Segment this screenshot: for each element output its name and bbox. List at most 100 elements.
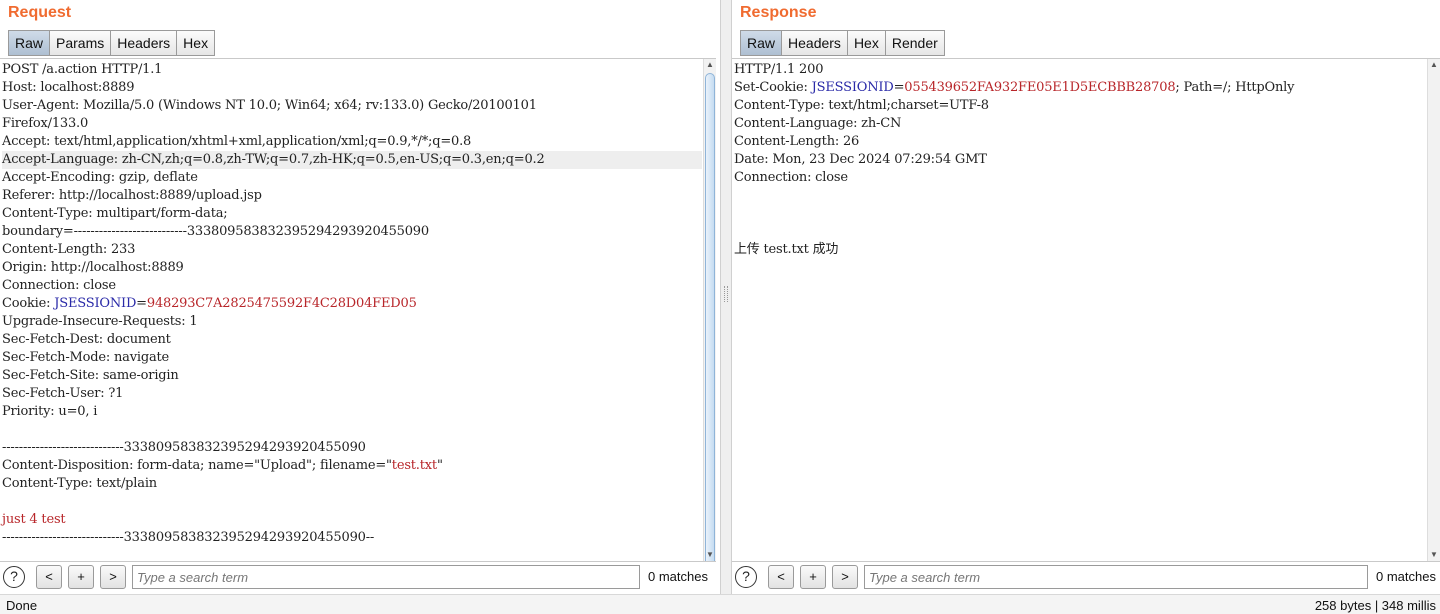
scroll-thumb[interactable] (705, 73, 715, 561)
text-line[interactable]: Connection: close (2, 277, 702, 295)
text-line[interactable]: Accept-Encoding: gzip, deflate (2, 169, 702, 187)
text-segment: Referer: http://localhost:8889/upload.js… (2, 188, 262, 203)
text-line[interactable]: HTTP/1.1 200 (734, 61, 1426, 79)
tab-raw[interactable]: Raw (8, 30, 50, 56)
text-line[interactable]: Origin: http://localhost:8889 (2, 259, 702, 277)
text-segment: Host: localhost:8889 (2, 80, 135, 95)
text-line[interactable]: Firefox/133.0 (2, 115, 702, 133)
text-line[interactable]: Referer: http://localhost:8889/upload.js… (2, 187, 702, 205)
match-count: 0 matches (648, 569, 708, 584)
request-editor[interactable]: POST /a.action HTTP/1.1 Host: localhost:8… (0, 58, 716, 562)
request-scrollbar[interactable]: ▲ ▼ (703, 59, 716, 561)
tab-hex[interactable]: Hex (846, 30, 885, 56)
response-pane: Response Raw Headers Hex Render HTTP/1.1… (732, 0, 1440, 594)
text-line[interactable]: Content-Length: 233 (2, 241, 702, 259)
text-line[interactable]: Content-Length: 26 (734, 133, 1426, 151)
request-pane: Request Raw Params Headers Hex POST /a.a… (0, 0, 720, 594)
text-segment: Content-Length: 26 (734, 134, 860, 149)
text-line[interactable]: User-Agent: Mozilla/5.0 (Windows NT 10.0… (2, 97, 702, 115)
text-line[interactable] (734, 187, 1426, 205)
previous-match-button[interactable]: < (768, 565, 794, 589)
tab-render[interactable]: Render (884, 30, 945, 56)
response-text[interactable]: HTTP/1.1 200 Set-Cookie: JSESSIONID=05543… (734, 61, 1426, 259)
text-segment: = (893, 80, 905, 95)
text-line[interactable]: Upgrade-Insecure-Requests: 1 (2, 313, 702, 331)
scroll-up-icon[interactable]: ▲ (1428, 59, 1440, 71)
text-line[interactable]: Content-Disposition: form-data; name="Up… (2, 457, 702, 475)
previous-match-button[interactable]: < (36, 565, 62, 589)
text-segment: Sec-Fetch-Site: same-origin (2, 368, 179, 383)
text-line[interactable]: just 4 test (2, 511, 702, 529)
text-line[interactable]: Sec-Fetch-Site: same-origin (2, 367, 702, 385)
help-icon[interactable]: ? (3, 566, 25, 588)
text-segment: Cookie: (2, 296, 55, 311)
text-segment: Sec-Fetch-Dest: document (2, 332, 171, 347)
text-segment: Accept-Encoding: gzip, deflate (2, 170, 198, 185)
text-segment: Connection: close (734, 170, 848, 185)
text-line[interactable]: Content-Type: text/plain (2, 475, 702, 493)
text-line[interactable]: 上传 test.txt 成功 (734, 241, 1426, 259)
tab-raw[interactable]: Raw (740, 30, 782, 56)
text-segment: Priority: u=0, i (2, 404, 98, 419)
response-tabs: Raw Headers Hex Render (740, 30, 945, 56)
text-line[interactable] (734, 223, 1426, 241)
status-text: Done (6, 598, 38, 613)
search-input[interactable] (132, 565, 640, 589)
text-line[interactable]: Content-Type: multipart/form-data; (2, 205, 702, 223)
text-line[interactable]: Set-Cookie: JSESSIONID=055439652FA932FE0… (734, 79, 1426, 97)
response-scrollbar[interactable]: ▲ ▼ (1427, 59, 1440, 561)
text-line[interactable]: POST /a.action HTTP/1.1 (2, 61, 702, 79)
text-segment: POST /a.action HTTP/1.1 (2, 62, 163, 77)
text-line[interactable]: Cookie: JSESSIONID=948293C7A2825475592F4… (2, 295, 702, 313)
text-segment: boundary=---------------------------3338… (2, 224, 429, 239)
tab-hex[interactable]: Hex (176, 30, 216, 56)
scroll-up-icon[interactable]: ▲ (704, 59, 716, 71)
text-line[interactable]: -----------------------------33380958383… (2, 529, 702, 547)
response-stats: 258 bytes | 348 millis (1314, 598, 1436, 613)
next-match-button[interactable]: > (832, 565, 858, 589)
text-line[interactable] (734, 205, 1426, 223)
add-button[interactable]: + (800, 565, 826, 589)
text-segment: Content-Language: zh-CN (734, 116, 902, 131)
text-segment: Sec-Fetch-Mode: navigate (2, 350, 170, 365)
split-divider[interactable] (720, 0, 732, 594)
text-line[interactable]: Accept-Language: zh-CN,zh;q=0.8,zh-TW;q=… (2, 151, 702, 169)
text-segment: Accept: text/html,application/xhtml+xml,… (2, 134, 472, 149)
response-title: Response (740, 4, 817, 21)
text-segment: ; Path=/; HttpOnly (1175, 80, 1295, 95)
add-button[interactable]: + (68, 565, 94, 589)
text-segment: = (136, 296, 147, 311)
response-editor[interactable]: HTTP/1.1 200 Set-Cookie: JSESSIONID=05543… (732, 58, 1440, 562)
text-segment: Content-Type: text/plain (2, 476, 157, 491)
text-line[interactable]: Sec-Fetch-User: ?1 (2, 385, 702, 403)
text-line[interactable]: Host: localhost:8889 (2, 79, 702, 97)
text-segment: User-Agent: Mozilla/5.0 (Windows NT 10.0… (2, 98, 537, 113)
text-segment: Content-Type: multipart/form-data; (2, 206, 228, 221)
text-line[interactable]: Accept: text/html,application/xhtml+xml,… (2, 133, 702, 151)
tab-headers[interactable]: Headers (110, 30, 177, 56)
help-icon[interactable]: ? (735, 566, 757, 588)
text-line[interactable]: Content-Type: text/html;charset=UTF-8 (734, 97, 1426, 115)
match-count: 0 matches (1376, 569, 1436, 584)
search-input[interactable] (864, 565, 1368, 589)
text-line[interactable]: Connection: close (734, 169, 1426, 187)
text-line[interactable]: -----------------------------33380958383… (2, 439, 702, 457)
text-line[interactable]: Sec-Fetch-Mode: navigate (2, 349, 702, 367)
request-text[interactable]: POST /a.action HTTP/1.1 Host: localhost:8… (2, 61, 702, 547)
text-segment: Content-Disposition: form-data; name="Up… (2, 458, 392, 473)
text-segment: 055439652FA932FE05E1D5ECBBB28708 (904, 80, 1176, 95)
divider-grip-icon[interactable] (724, 286, 728, 302)
text-line[interactable]: Priority: u=0, i (2, 403, 702, 421)
scroll-down-icon[interactable]: ▼ (704, 549, 716, 561)
text-line[interactable] (2, 421, 702, 439)
text-line[interactable]: Date: Mon, 23 Dec 2024 07:29:54 GMT (734, 151, 1426, 169)
scroll-down-icon[interactable]: ▼ (1428, 549, 1440, 561)
text-line[interactable]: boundary=---------------------------3338… (2, 223, 702, 241)
tab-params[interactable]: Params (49, 30, 111, 56)
text-line[interactable]: Content-Language: zh-CN (734, 115, 1426, 133)
text-segment: Accept-Language: zh-CN,zh;q=0.8,zh-TW;q=… (2, 152, 545, 167)
tab-headers[interactable]: Headers (781, 30, 847, 56)
text-line[interactable]: Sec-Fetch-Dest: document (2, 331, 702, 349)
next-match-button[interactable]: > (100, 565, 126, 589)
text-line[interactable] (2, 493, 702, 511)
